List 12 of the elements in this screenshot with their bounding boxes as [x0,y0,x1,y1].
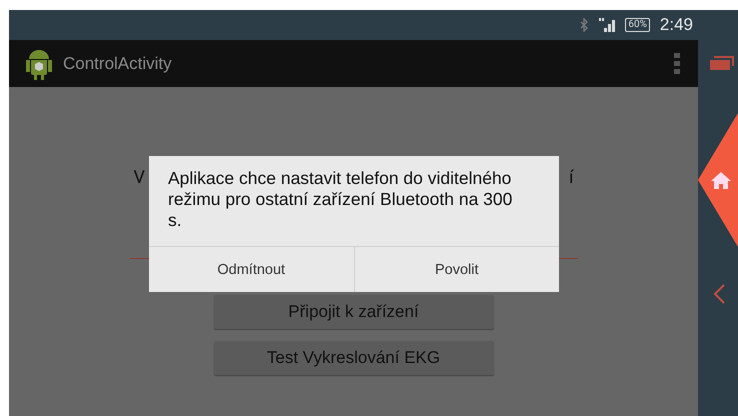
label-text: í [569,167,574,188]
overflow-menu-icon[interactable] [674,52,680,74]
home-icon[interactable] [698,113,738,247]
battery-indicator: 60% [625,18,650,32]
dialog-message: Aplikace chce nastavit telefon do viditelného režimu pro ostatní zařízení Bluetooth na 300 s. [167,167,514,232]
signal-icon [599,18,616,32]
back-icon[interactable] [713,284,725,304]
label-text: V [134,167,145,188]
recent-apps-icon[interactable] [710,56,734,70]
bluetooth-icon [580,18,590,32]
clock-time: 2:49 [660,15,693,35]
app-title: ControlActivity [63,54,173,74]
